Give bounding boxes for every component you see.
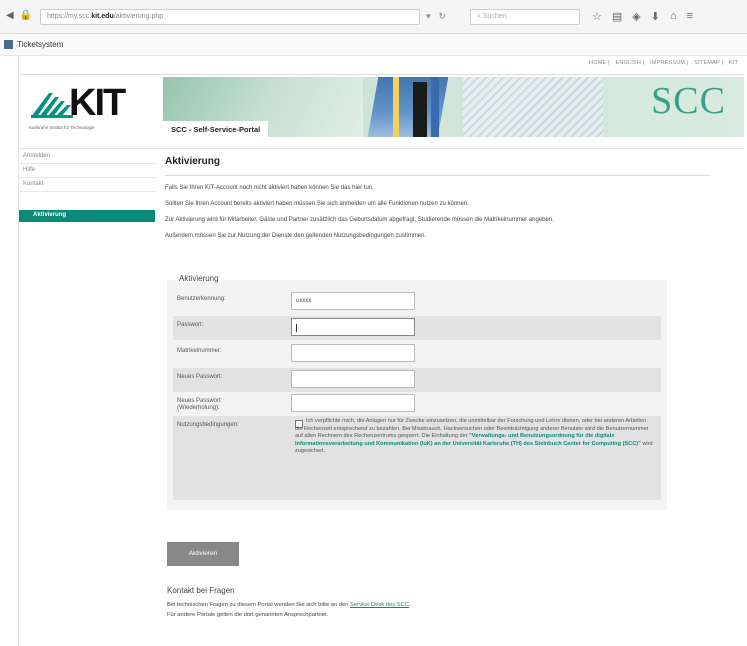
contact-line-1: Bei technischen Fragen zu diesem Portal … <box>167 602 411 608</box>
matrikel-label: Matrikelnummer: <box>177 348 222 354</box>
new-password-row: Neues Passwort: <box>173 368 661 392</box>
password-label: Passwort: <box>177 322 204 328</box>
new-password-label: Neues Passwort: <box>177 374 223 380</box>
site-header: KIT Karlsruhe Institut für Technologie S… <box>19 74 744 146</box>
sidebar-item-hilfe[interactable]: Hilfe <box>19 164 155 178</box>
banner-detail <box>413 82 427 137</box>
top-link-english[interactable]: ENGLISH <box>615 60 641 66</box>
star-icon[interactable]: ☆ <box>592 10 602 23</box>
logo-subtitle: Karlsruhe Institut für Technologie <box>29 125 95 130</box>
matrikel-field[interactable] <box>291 344 415 362</box>
browser-tools: ☆ ▤ ◈ ⬇ ⌂ ≡ <box>592 10 693 23</box>
url-domain: kit.edu <box>91 13 114 20</box>
terms-text: Ich verpflichte mich, die Anlagen nur fü… <box>295 418 655 456</box>
terms-label: Nutzungsbedingungen: <box>177 422 239 428</box>
url-path: /aktivierung.php <box>113 13 164 20</box>
top-link-impressum[interactable]: IMPRESSUM <box>650 60 685 66</box>
terms-row: Nutzungsbedingungen: Ich verpflichte mic… <box>173 416 661 500</box>
contact-line-2: Für andere Portale gelten die dort genan… <box>167 612 329 618</box>
sidebar: Anmelden Hilfe Kontakt Aktivierung <box>19 150 155 222</box>
intro-paragraph: Außerdem müssen Sie zur Nutzung der Dien… <box>165 233 427 239</box>
library-icon[interactable]: ▤ <box>612 10 622 23</box>
kit-logo[interactable]: KIT Karlsruhe Institut für Technologie <box>29 83 151 139</box>
scc-banner: SCC SCC - Self-Service-Portal <box>163 77 744 137</box>
search-placeholder: Suchen <box>482 13 507 20</box>
top-link-kit[interactable]: KIT <box>729 60 738 66</box>
main-content: Aktivierung Falls Sie Ihren KIT-Account … <box>165 156 740 618</box>
repeat-label-line1: Neues Passwort <box>177 398 221 404</box>
browser-toolbar: ◀ 🔒 https://my.scc.kit.edu/aktivierung.p… <box>0 0 747 34</box>
activation-form: Aktivierung Benutzerkennung: uxxxx Passw… <box>167 274 667 510</box>
repeat-label-line2: (Wiederholung): <box>177 405 220 411</box>
bookmark-ticketsystem[interactable]: Ticketsystem <box>4 40 63 49</box>
intro-paragraph: Zur Aktivierung wird für Mitarbeiter, Gä… <box>165 217 554 223</box>
scc-logo-text: SCC <box>651 80 726 122</box>
username-label: Benutzerkennung: <box>177 296 226 302</box>
page: HOME | ENGLISH | IMPRESSUM | SITEMAP | K… <box>18 56 747 646</box>
password-row: Passwort: <box>173 316 661 340</box>
username-value: uxxxx <box>296 298 312 304</box>
sidebar-item-aktivierung[interactable]: Aktivierung <box>19 210 155 222</box>
sidebar-item-anmelden[interactable]: Anmelden <box>19 150 155 164</box>
header-divider <box>19 148 744 149</box>
bookmark-icon <box>4 40 13 49</box>
activate-button[interactable]: Aktivieren <box>167 542 239 566</box>
bookmark-bar: Ticketsystem <box>0 34 747 56</box>
top-link-sitemap[interactable]: SITEMAP <box>694 60 719 66</box>
top-link-home[interactable]: HOME <box>589 60 606 66</box>
sidebar-item-kontakt[interactable]: Kontakt <box>19 178 155 192</box>
new-password-repeat-row: Neues Passwort (Wiederholung): <box>173 392 661 416</box>
lock-icon: 🔒 <box>19 10 33 21</box>
back-icon[interactable]: ◀ <box>6 10 14 21</box>
username-row: Benutzerkennung: uxxxx <box>173 290 661 314</box>
banner-detail <box>393 77 399 137</box>
new-password-repeat-label: Neues Passwort (Wiederholung): <box>177 398 221 412</box>
url-bar[interactable]: https://my.scc.kit.edu/aktivierung.php <box>40 9 420 25</box>
intro-paragraph: Falls Sie Ihren KIT-Account noch nicht a… <box>165 185 374 191</box>
reload-icon[interactable]: ↻ <box>439 11 447 22</box>
download-icon[interactable]: ⬇ <box>651 10 660 23</box>
top-links: HOME | ENGLISH | IMPRESSUM | SITEMAP | K… <box>589 60 738 66</box>
intro-paragraph: Sollten Sie Ihren Account bereits aktivi… <box>165 201 469 207</box>
pocket-icon[interactable]: ◈ <box>632 10 640 23</box>
username-field[interactable]: uxxxx <box>291 292 415 310</box>
home-icon[interactable]: ⌂ <box>670 10 677 23</box>
dropdown-icon[interactable]: ▾ <box>426 11 431 22</box>
search-input[interactable]: ⌕ Suchen <box>470 9 580 25</box>
password-field[interactable] <box>291 318 415 336</box>
nav-controls: ◀ 🔒 <box>6 10 32 21</box>
banner-detail <box>431 77 439 137</box>
contact-text: Bei technischen Fragen zu diesem Portal … <box>167 602 351 608</box>
new-password-repeat-field[interactable] <box>291 394 415 412</box>
text-cursor <box>296 324 297 332</box>
new-password-field[interactable] <box>291 370 415 388</box>
logo-text: KIT <box>69 82 126 124</box>
url-prefix: https://my.scc. <box>47 13 92 20</box>
url-actions: ▾ ↻ <box>426 11 446 22</box>
menu-icon[interactable]: ≡ <box>687 10 693 23</box>
bookmark-label: Ticketsystem <box>17 40 64 49</box>
banner-detail <box>463 77 603 137</box>
service-desk-link[interactable]: Service Desk des SCC <box>350 602 409 608</box>
contact-text-end: . <box>409 602 411 608</box>
contact-title: Kontakt bei Fragen <box>167 586 235 595</box>
page-title: Aktivierung <box>165 156 711 176</box>
portal-tab[interactable]: SCC - Self-Service-Portal <box>163 121 269 137</box>
matrikel-row: Matrikelnummer: <box>173 342 661 366</box>
form-legend: Aktivierung <box>177 274 221 283</box>
